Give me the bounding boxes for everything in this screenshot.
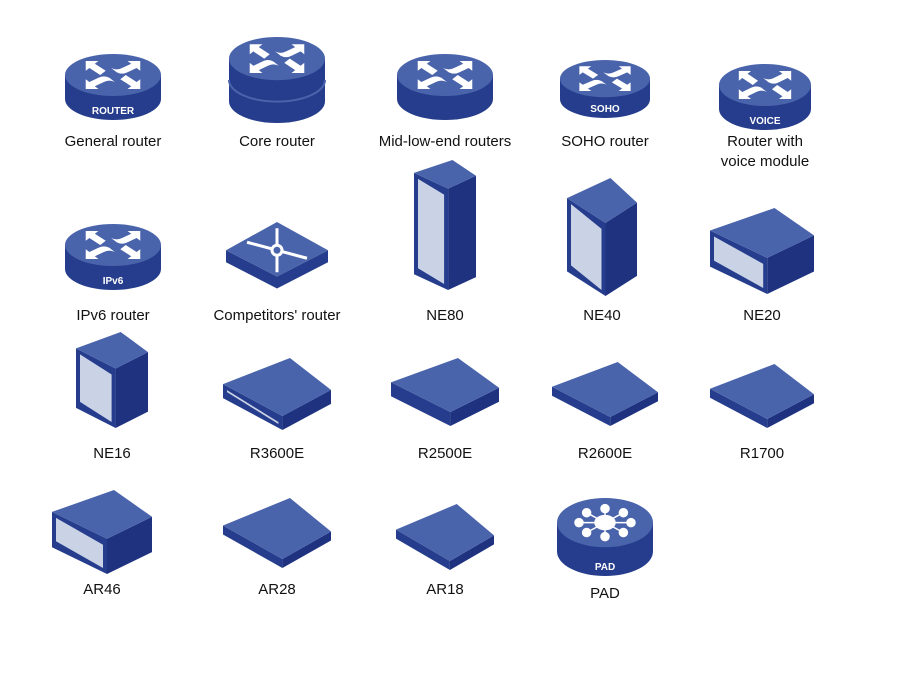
tall-chassis-icon — [414, 160, 476, 290]
label-line: Router with — [727, 133, 803, 150]
device-label: AR46 — [83, 581, 121, 598]
device-label: AR18 — [426, 581, 464, 598]
flat-box-icon — [391, 358, 499, 426]
router-icon: ROUTER — [63, 52, 163, 122]
device-label: Core router — [239, 133, 315, 150]
device-label: NE80 — [426, 307, 464, 324]
competitor-router-icon — [224, 220, 330, 292]
device-label: NE20 — [743, 307, 781, 324]
router-icon: SOHO — [558, 58, 652, 120]
chassis-icon — [76, 332, 148, 428]
rack-box-icon — [52, 490, 152, 574]
modem-icon — [396, 504, 494, 570]
device-label: Router with voice module — [675, 132, 855, 172]
device-label: NE40 — [583, 307, 621, 324]
device-label: Mid-low-end routers — [378, 133, 512, 150]
chassis-icon — [567, 178, 637, 296]
router-icon: VOICE — [717, 62, 813, 132]
flat-box-icon — [223, 358, 331, 430]
device-label: Competitors' router — [213, 307, 341, 324]
device-label: General router — [64, 133, 162, 150]
router-icon — [395, 52, 495, 122]
device-label: PAD — [590, 585, 620, 602]
device-label: R2600E — [577, 445, 633, 462]
flat-box-icon — [223, 498, 331, 568]
flat-box-icon — [552, 362, 658, 426]
rack-box-icon — [710, 208, 814, 294]
svg-text:SOHO: SOHO — [590, 104, 620, 115]
device-label: AR28 — [258, 581, 296, 598]
device-label: NE16 — [93, 445, 131, 462]
device-label: IPv6 router — [76, 307, 150, 324]
router-icon: IPv6 — [63, 222, 163, 292]
svg-text:ROUTER: ROUTER — [92, 106, 135, 117]
svg-text:PAD: PAD — [595, 562, 615, 573]
pad-icon: PAD — [555, 496, 655, 578]
device-label: R3600E — [249, 445, 305, 462]
svg-text:IPv6: IPv6 — [103, 276, 124, 287]
device-label: R2500E — [417, 445, 473, 462]
label-line: voice module — [720, 153, 810, 170]
device-label: R1700 — [739, 445, 785, 462]
device-label: SOHO router — [561, 133, 649, 150]
svg-text:VOICE: VOICE — [749, 116, 780, 127]
core-router-icon — [227, 35, 327, 125]
modem-icon — [710, 364, 814, 428]
